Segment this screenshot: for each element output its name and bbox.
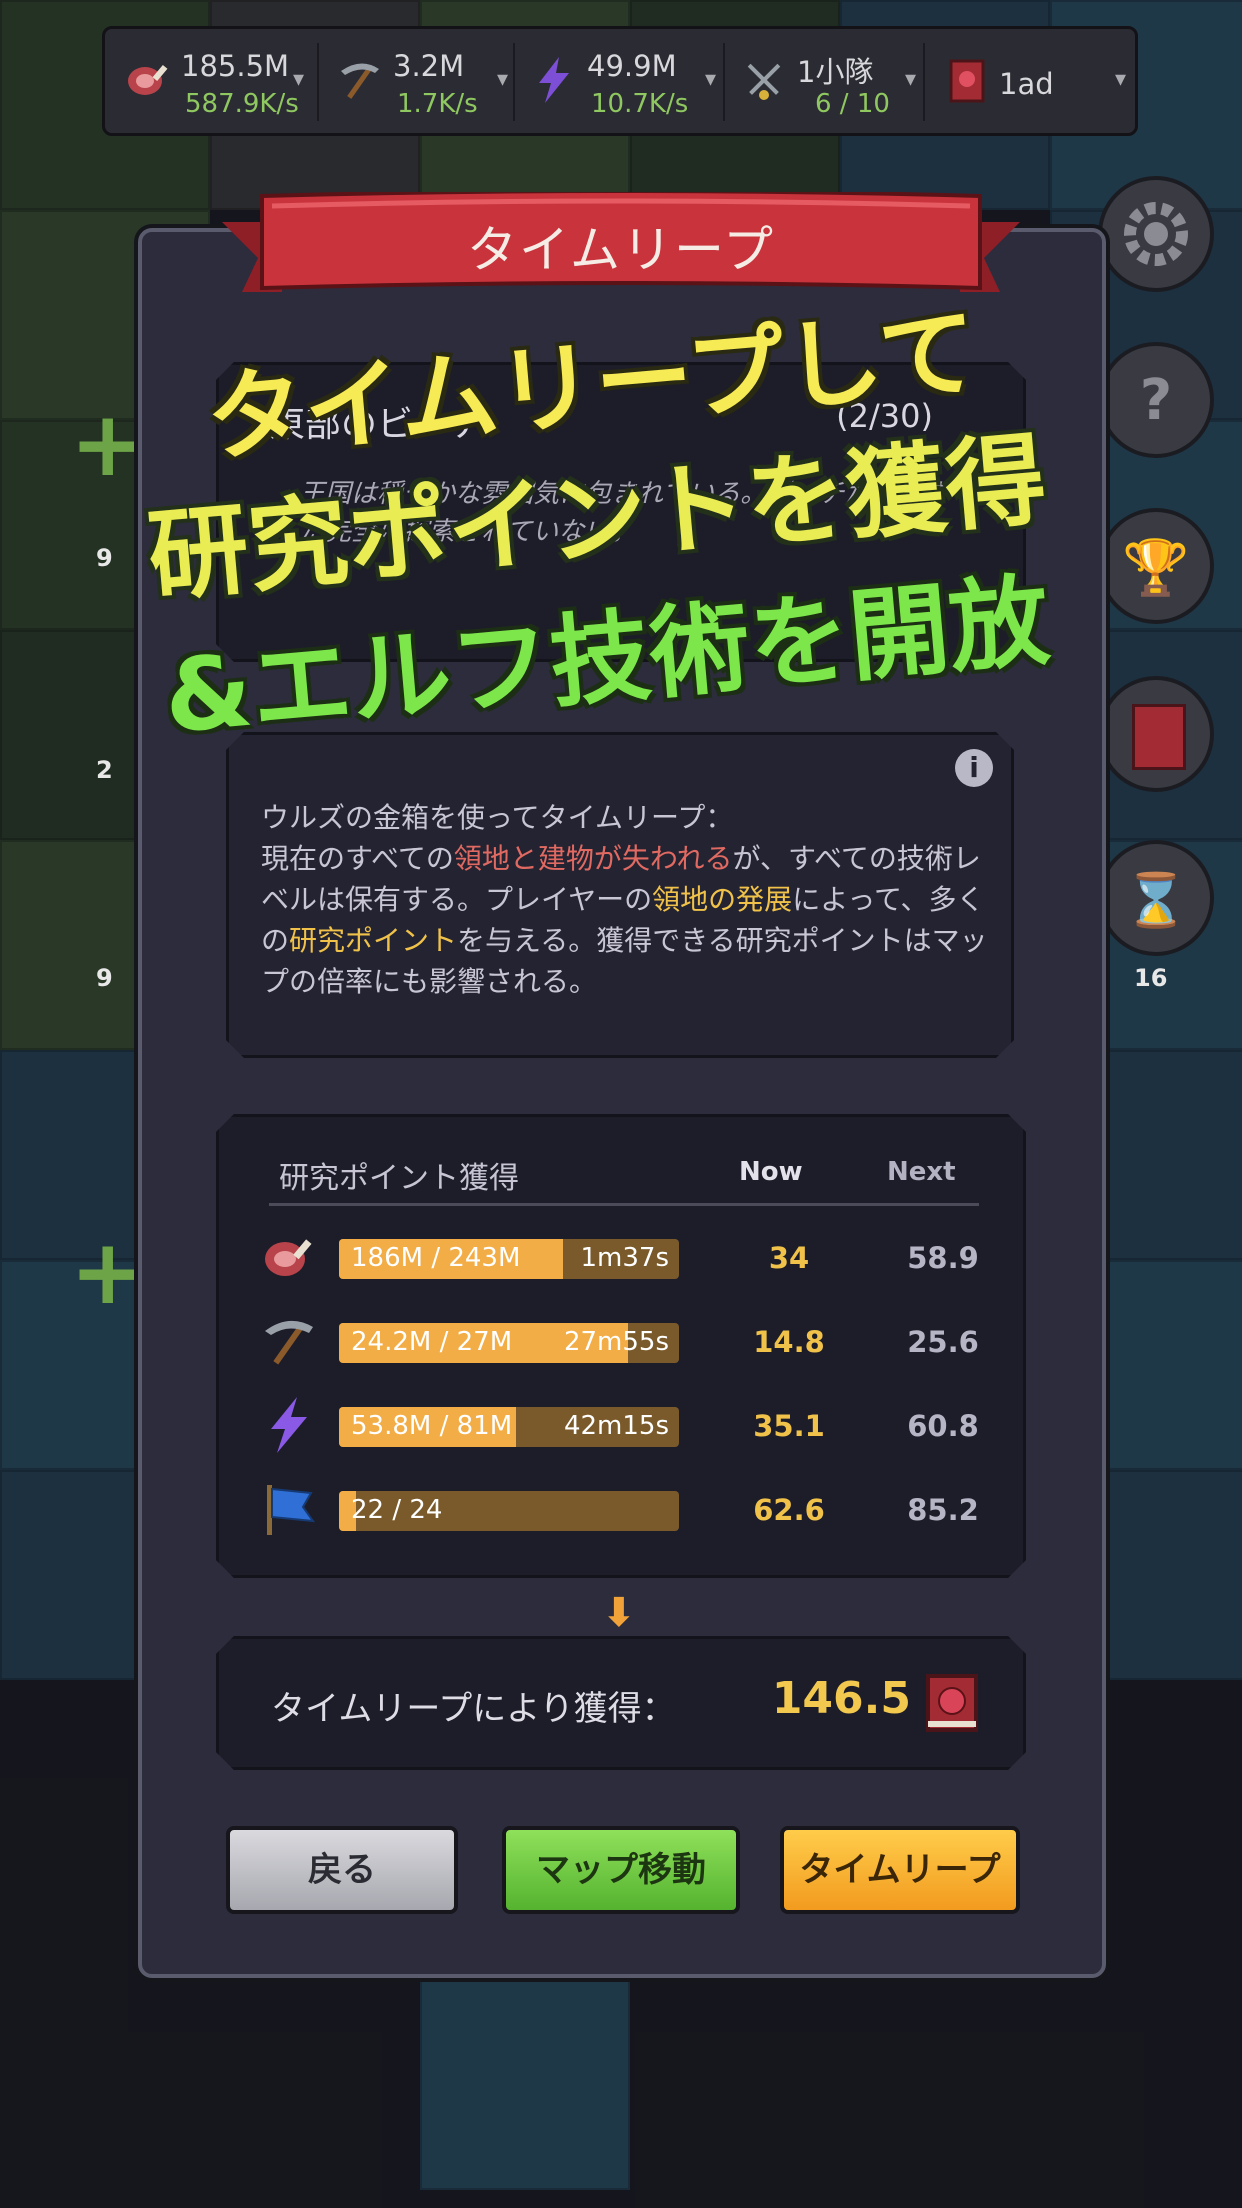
chevron-down-icon: ▾ [497,67,509,92]
result-panel: タイムリープにより獲得： 146.5 [216,1636,1026,1770]
table-header-now: Now [739,1157,803,1187]
resource-bar: 185.5M 587.9K/s ▾ 3.2M 1.7K/s ▾ 49.9M 10… [102,26,1138,136]
table-header-title: 研究ポイント獲得 [279,1161,519,1196]
now-value: 34 [768,1241,810,1275]
resource-energy[interactable]: 49.9M 10.7K/s ▾ [519,37,719,127]
timeleap-side-button[interactable]: ⌛ [1098,840,1214,956]
level-badge: 2 [96,756,113,784]
result-value: 146.5 [771,1673,911,1724]
next-value: 25.6 [907,1325,979,1359]
help-button[interactable]: ? [1098,342,1214,458]
lightning-icon [259,1395,319,1455]
settings-button[interactable] [1098,176,1214,292]
book-icon [1132,704,1186,770]
crossed-swords-icon [747,63,781,100]
divider [513,43,515,121]
divider [723,43,725,121]
food-amount: 185.5M [181,49,290,83]
energy-rate: 10.7K/s [591,89,689,119]
wood-amount: 3.2M [393,49,465,83]
gear-icon [1124,202,1188,266]
divider [923,43,925,121]
arrow-down-icon: ⬇ [602,1590,636,1636]
now-value: 14.8 [753,1325,825,1359]
dialog-title-container: タイムリープ [222,192,1020,304]
meat-icon [259,1227,319,1287]
question-icon: ? [1139,368,1173,433]
meat-icon [128,64,168,95]
research-button[interactable] [1098,676,1214,792]
food-rate: 587.9K/s [185,89,299,119]
progress-text: 186M / 243M [351,1243,521,1273]
pickaxe-icon [259,1311,319,1371]
squad-capacity: 6 / 10 [815,89,890,119]
now-value: 62.6 [753,1493,825,1527]
level-badge: 9 [96,544,113,572]
map-move-button[interactable]: マップ移動 [502,1826,740,1914]
table-row: 22 / 24 62.6 85.2 [259,1479,999,1539]
next-value: 60.8 [907,1409,979,1443]
area-title: 東部のビーチ [269,404,486,445]
trophy-icon: 🏆 [1122,536,1190,599]
wood-rate: 1.7K/s [397,89,478,119]
progress-timer: 27m55s [563,1327,669,1357]
resource-squad[interactable]: 1小隊 6 / 10 ▾ [729,37,919,127]
progress-text: 53.8M / 81M [351,1411,513,1441]
table-header-next: Next [887,1157,956,1187]
chevron-down-icon: ▾ [293,67,305,92]
now-value: 35.1 [753,1409,825,1443]
level-badge: 16 [1134,964,1168,992]
chevron-down-icon: ▾ [705,67,717,92]
lightning-icon [539,57,569,103]
flag-icon [259,1479,319,1539]
next-value: 85.2 [907,1493,979,1527]
dialog-title: タイムリープ [467,221,775,279]
progress-text: 22 / 24 [351,1495,443,1525]
resource-food[interactable]: 185.5M 587.9K/s ▾ [113,37,309,127]
back-button[interactable]: 戻る [226,1826,458,1914]
highlight-development: 領地の発展 [652,883,793,916]
chevron-down-icon: ▾ [905,67,917,92]
highlight-lose: 領地と建物が失われる [453,842,733,875]
squad-count: 1小隊 [797,55,874,89]
research-book-icon [925,1673,979,1733]
progress-bar: 22 / 24 [339,1491,679,1531]
plus-icon[interactable]: + [70,1220,145,1325]
energy-amount: 49.9M [587,49,677,83]
table-row: 24.2M / 27M 27m55s 14.8 25.6 [259,1311,999,1371]
result-label: タイムリープにより獲得： [271,1689,676,1729]
info-text-part: 現在のすべての [261,842,454,875]
timeleap-info-panel: i ウルズの金箱を使ってタイムリープ： 現在のすべての領地と建物が失われるが、す… [226,732,1014,1058]
resource-wood[interactable]: 3.2M 1.7K/s ▾ [325,37,509,127]
resource-ad[interactable]: 1ad ▾ [931,37,1131,127]
plus-icon[interactable]: + [70,392,145,497]
trophy-button[interactable]: 🏆 [1098,508,1214,624]
ad-count: 1ad [999,67,1054,101]
chevron-down-icon: ▾ [1115,67,1127,92]
progress-bar: 53.8M / 81M 42m15s [339,1407,679,1447]
info-text: ウルズの金箱を使ってタイムリープ： 現在のすべての領地と建物が失われるが、すべて… [261,797,991,1002]
area-progress: (2/30) [836,397,933,435]
next-value: 58.9 [907,1241,979,1275]
progress-text: 24.2M / 27M [351,1327,513,1357]
info-icon[interactable]: i [955,749,993,787]
timeleap-button[interactable]: タイムリープ [780,1826,1020,1914]
area-description: 王国は穏やかな雰囲気に包まれている。ビーチだけはまだ完全に探索されていない。 [299,479,949,547]
divider [269,1203,979,1206]
table-row: 53.8M / 81M 42m15s 35.1 60.8 [259,1395,999,1455]
level-badge: 9 [96,964,113,992]
info-line: ウルズの金箱を使ってタイムリープ： [261,801,734,834]
pickaxe-icon [341,63,379,99]
research-points-table: 研究ポイント獲得 Now Next 186M / 243M 1m37s 34 5… [216,1114,1026,1578]
area-info-panel: 東部のビーチ (2/30) 王国は穏やかな雰囲気に包まれている。ビーチだけはまだ… [216,362,1026,662]
progress-timer: 42m15s [563,1411,669,1441]
highlight-research-points: 研究ポイント [289,924,458,957]
divider [317,43,319,121]
progress-timer: 1m37s [580,1243,669,1273]
book-icon [949,59,985,103]
table-row: 186M / 243M 1m37s 34 58.9 [259,1227,999,1287]
progress-bar: 24.2M / 27M 27m55s [339,1323,679,1363]
hourglass-icon: ⌛ [1123,871,1189,931]
progress-bar: 186M / 243M 1m37s [339,1239,679,1279]
